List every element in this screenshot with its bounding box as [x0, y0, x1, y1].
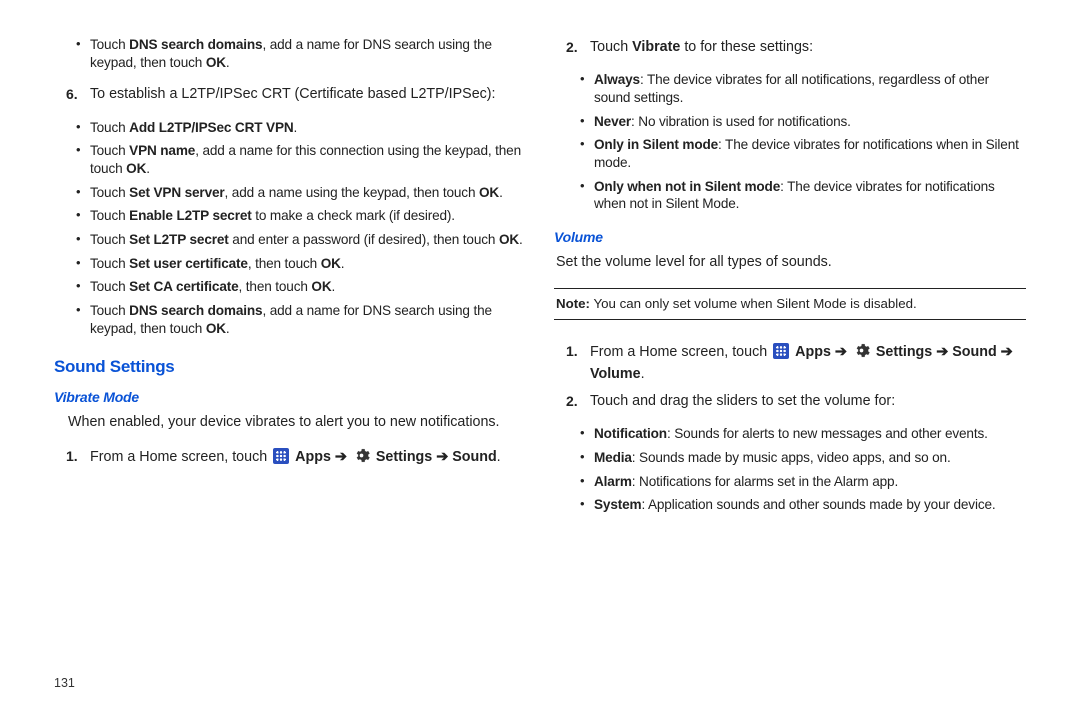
list-item: Touch Add L2TP/IPSec CRT VPN. [90, 119, 526, 137]
vibrate-intro: When enabled, your device vibrates to al… [68, 413, 526, 432]
apps-icon [773, 343, 789, 359]
vibrate-options: Always: The device vibrates for all noti… [554, 65, 1026, 219]
step-2: 2. Touch Vibrate to for these settings: [590, 38, 1026, 57]
step6-sublist: Touch Add L2TP/IPSec CRT VPN. Touch VPN n… [54, 113, 526, 344]
volume-steps: 1. From a Home screen, touch Apps ➔ Sett… [554, 334, 1026, 420]
numbered-list: 6. To establish a L2TP/IPSec CRT (Certif… [54, 77, 526, 112]
vibrate-steps-cont: 2. Touch Vibrate to for these settings: [554, 30, 1026, 65]
step-6: 6. To establish a L2TP/IPSec CRT (Certif… [90, 85, 526, 104]
list-item: Never: No vibration is used for notifica… [594, 113, 1026, 131]
vibrate-steps: 1. From a Home screen, touch Apps ➔ Sett… [54, 439, 526, 478]
list-item: Touch Enable L2TP secret to make a check… [90, 207, 526, 225]
list-item: Touch Set L2TP secret and enter a passwo… [90, 231, 526, 249]
step-number: 1. [566, 342, 578, 361]
step-text: From a Home screen, touch Apps ➔ Setting… [90, 449, 501, 465]
step-number: 2. [566, 38, 578, 57]
left-column: Touch DNS search domains, add a name for… [40, 30, 540, 690]
list-item: Touch Set CA certificate, then touch OK. [90, 278, 526, 296]
list-item: Always: The device vibrates for all noti… [594, 71, 1026, 106]
section-heading-sound-settings: Sound Settings [54, 357, 526, 377]
settings-icon [353, 447, 370, 470]
step-text: From a Home screen, touch Apps ➔ Setting… [590, 344, 1013, 382]
list-item: System: Application sounds and other sou… [594, 496, 1026, 514]
volume-types: Notification: Sounds for alerts to new m… [554, 419, 1026, 520]
step-text: Touch Vibrate to for these settings: [590, 39, 813, 55]
list-item: Touch VPN name, add a name for this conn… [90, 142, 526, 177]
dns-bullet-list: Touch DNS search domains, add a name for… [54, 30, 526, 77]
step-number: 1. [66, 447, 78, 466]
list-item: Alarm: Notifications for alarms set in t… [594, 473, 1026, 491]
note-box: Note: You can only set volume when Silen… [554, 288, 1026, 319]
apps-icon [273, 448, 289, 464]
list-item: Touch DNS search domains, add a name for… [90, 302, 526, 337]
note-text: Note: You can only set volume when Silen… [556, 296, 917, 311]
list-item: Only in Silent mode: The device vibrates… [594, 136, 1026, 171]
list-item: Notification: Sounds for alerts to new m… [594, 425, 1026, 443]
subsection-heading-vibrate-mode: Vibrate Mode [54, 389, 526, 405]
list-item: Touch Set VPN server, add a name using t… [90, 184, 526, 202]
list-item: Only when not in Silent mode: The device… [594, 178, 1026, 213]
subsection-heading-volume: Volume [554, 229, 1026, 245]
step-text: To establish a L2TP/IPSec CRT (Certifica… [90, 86, 496, 102]
step-1: 1. From a Home screen, touch Apps ➔ Sett… [590, 342, 1026, 385]
page-number: 131 [54, 664, 526, 690]
list-item: Touch Set user certificate, then touch O… [90, 255, 526, 273]
settings-icon [853, 342, 870, 365]
bullet-item: Touch DNS search domains, add a name for… [90, 36, 526, 71]
step-number: 6. [66, 85, 78, 104]
step-2: 2. Touch and drag the sliders to set the… [590, 392, 1026, 411]
volume-intro: Set the volume level for all types of so… [556, 253, 1026, 272]
step-1: 1. From a Home screen, touch Apps ➔ Sett… [90, 447, 526, 470]
right-column: 2. Touch Vibrate to for these settings: … [540, 30, 1040, 690]
step-number: 2. [566, 392, 578, 411]
list-item: Media: Sounds made by music apps, video … [594, 449, 1026, 467]
step-text: Touch and drag the sliders to set the vo… [590, 393, 895, 409]
manual-page: Touch DNS search domains, add a name for… [0, 0, 1080, 720]
